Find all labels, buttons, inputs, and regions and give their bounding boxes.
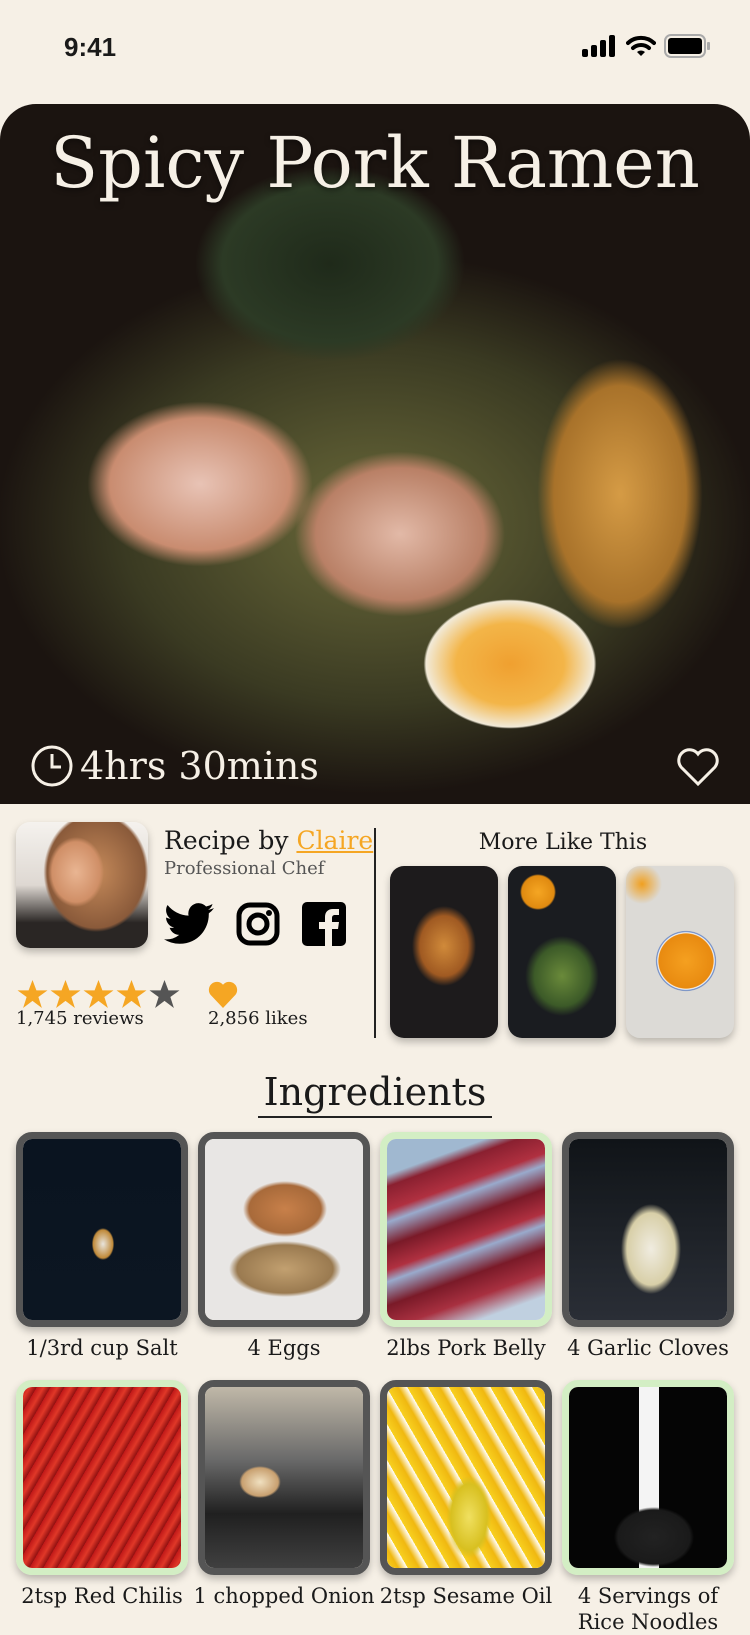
star-rating [16,980,181,1010]
wifi-icon [626,35,656,56]
ingredient-card[interactable] [562,1380,734,1575]
battery-icon [664,34,710,58]
hero-image: Spicy Pork Ramen 4hrs 30mins [0,104,750,804]
ingredient-label: 2lbs Pork Belly [386,1336,546,1360]
recipe-title: Spicy Pork Ramen [50,122,700,204]
more-like-this-title: More Like This [478,830,648,855]
like-count: 2,856 likes [208,1008,308,1029]
author-link[interactable]: Claire [296,826,373,855]
ingredient-label: 1/3rd cup Salt [26,1336,178,1360]
star-icon [17,980,48,1009]
likes-heart-icon [208,981,238,1008]
status-time: 9:41 [64,32,117,62]
star-empty-icon [149,980,180,1009]
ingredient-label: 2tsp Red Chilis [21,1584,183,1608]
suggestion-salad[interactable] [508,866,616,1038]
ingredient-card[interactable] [16,1380,188,1575]
signal-icon [582,35,615,57]
clock-icon [31,745,73,787]
ingredients-title: Ingredients [0,1070,750,1118]
recipe-author: Recipe by Claire [164,826,373,855]
instagram-icon[interactable] [236,902,280,946]
star-icon [50,980,81,1009]
chef-avatar[interactable] [16,822,148,948]
ingredient-image [205,1139,363,1320]
ingredient-image [387,1387,545,1568]
ingredient-label: 4 Garlic Cloves [567,1336,729,1360]
recipe-by-label: Recipe by [164,826,297,855]
ingredient-image [23,1139,181,1320]
ingredient-card[interactable] [380,1380,552,1575]
ingredient-label: 4 Eggs [247,1336,321,1360]
star-icon [116,980,147,1009]
ingredient-label: 1 chopped Onion [193,1584,375,1608]
ingredient-label: 4 Servings of Rice Noodles [577,1584,719,1634]
ingredient-image [205,1387,363,1568]
ingredient-card[interactable] [16,1132,188,1327]
status-bar: 9:41 [0,0,750,100]
ingredient-label: 2tsp Sesame Oil [379,1584,553,1608]
suggestion-pumpkin-soup[interactable] [626,866,734,1038]
ingredient-image [23,1387,181,1568]
twitter-icon[interactable] [164,903,214,945]
star-icon [83,980,114,1009]
ingredient-card[interactable] [198,1132,370,1327]
section-divider [374,828,376,1038]
favorite-heart-icon[interactable] [676,746,720,788]
cook-time-text: 4hrs 30mins [80,744,319,788]
ingredient-image [569,1139,727,1320]
author-role: Professional Chef [164,858,325,879]
facebook-icon[interactable] [302,902,346,946]
cook-time: 4hrs 30mins [30,744,319,788]
ingredient-card[interactable] [562,1132,734,1327]
review-count: 1,745 reviews [16,1008,144,1029]
ingredient-card[interactable] [198,1380,370,1575]
ingredient-image [569,1387,727,1568]
suggestion-french-toast[interactable] [390,866,498,1038]
ingredient-image [387,1139,545,1320]
ingredient-card[interactable] [380,1132,552,1327]
